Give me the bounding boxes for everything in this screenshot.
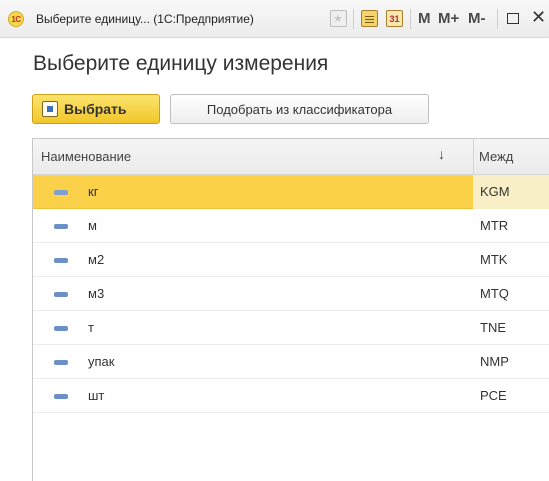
unit-name: т bbox=[88, 320, 94, 335]
table-row[interactable]: м MTR bbox=[33, 209, 549, 243]
unit-code: TNE bbox=[480, 320, 506, 335]
page-title: Выберите единицу измерения bbox=[33, 52, 329, 75]
table-row[interactable]: т TNE bbox=[33, 311, 549, 345]
app-logo-icon: 1С bbox=[8, 11, 24, 27]
table-row[interactable]: м2 MTK bbox=[33, 243, 549, 277]
unit-name: м2 bbox=[88, 252, 105, 267]
window-titlebar: 1С Выберите единицу... (1С:Предприятие) … bbox=[0, 0, 549, 38]
unit-name: м3 bbox=[88, 286, 105, 301]
maximize-icon[interactable] bbox=[507, 13, 519, 24]
close-icon[interactable]: ✕ bbox=[531, 7, 546, 28]
item-marker-icon bbox=[54, 360, 68, 365]
unit-name: кг bbox=[88, 184, 99, 199]
pick-from-classifier-label: Подобрать из классификатора bbox=[206, 101, 393, 117]
favorite-icon[interactable] bbox=[330, 10, 347, 27]
column-header-code[interactable]: Межд bbox=[479, 149, 513, 164]
item-marker-icon bbox=[54, 326, 68, 331]
memory-plus-button[interactable]: M+ bbox=[438, 10, 459, 27]
item-marker-icon bbox=[54, 190, 68, 195]
item-marker-icon bbox=[54, 292, 68, 297]
pick-from-classifier-button[interactable]: Подобрать из классификатора bbox=[170, 94, 429, 124]
unit-code: PCE bbox=[480, 388, 507, 403]
unit-name: шт bbox=[88, 388, 105, 403]
toolbar-divider bbox=[353, 9, 354, 29]
column-divider[interactable] bbox=[473, 139, 474, 175]
toolbar-divider bbox=[410, 9, 411, 29]
column-header-name[interactable]: Наименование bbox=[41, 149, 131, 164]
select-icon bbox=[42, 101, 58, 117]
toolbar-divider bbox=[497, 9, 498, 29]
sort-arrow-down-icon[interactable]: ↓ bbox=[438, 146, 445, 162]
calendar-icon[interactable]: 31 bbox=[386, 10, 403, 27]
table-header: Наименование ↓ Межд bbox=[33, 139, 549, 175]
unit-code: KGM bbox=[480, 184, 510, 199]
item-marker-icon bbox=[54, 394, 68, 399]
units-table: Наименование ↓ Межд кг KGM м MTR м2 MTK … bbox=[32, 138, 549, 481]
select-button-label: Выбрать bbox=[64, 101, 127, 117]
item-marker-icon bbox=[54, 224, 68, 229]
window-title: Выберите единицу... (1С:Предприятие) bbox=[36, 12, 254, 26]
calculator-icon[interactable] bbox=[361, 10, 378, 27]
unit-code: MTR bbox=[480, 218, 509, 233]
unit-name: м bbox=[88, 218, 97, 233]
memory-minus-button[interactable]: M- bbox=[468, 10, 486, 27]
table-row[interactable]: шт PCE bbox=[33, 379, 549, 413]
item-marker-icon bbox=[54, 258, 68, 263]
unit-code: MTK bbox=[480, 252, 508, 267]
table-row[interactable]: м3 MTQ bbox=[33, 277, 549, 311]
unit-code: NMP bbox=[480, 354, 509, 369]
unit-name: упак bbox=[88, 354, 115, 369]
select-button[interactable]: Выбрать bbox=[32, 94, 160, 124]
memory-button[interactable]: M bbox=[418, 10, 431, 27]
table-row[interactable]: кг KGM bbox=[33, 175, 549, 209]
unit-code: MTQ bbox=[480, 286, 509, 301]
table-row[interactable]: упак NMP bbox=[33, 345, 549, 379]
